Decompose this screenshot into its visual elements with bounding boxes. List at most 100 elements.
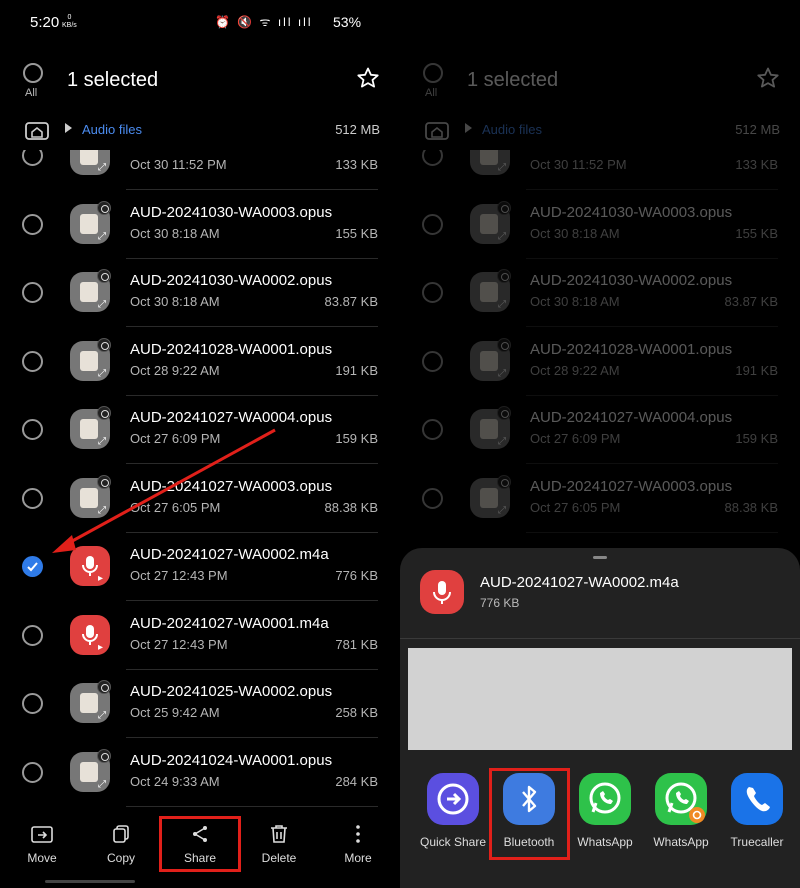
status-bar: 5:20 0 KB/s ⏰ 🔇 ᯤ ıll ıll 53%: [0, 0, 400, 44]
file-row[interactable]: ⤢ AUD-20241025-WA0002.opus Oct 25 9:42 AM 2…: [0, 670, 400, 738]
file-checkbox[interactable]: [422, 282, 443, 303]
file-checkbox[interactable]: [22, 350, 43, 372]
file-date: Oct 28 9:22 AM: [130, 362, 220, 378]
audio-file-icon: ⤢: [470, 406, 511, 449]
file-checkbox[interactable]: [22, 282, 43, 303]
file-date: Oct 30 8:18 AM: [530, 294, 620, 309]
file-checkbox[interactable]: [422, 150, 443, 166]
file-row[interactable]: ▸ AUD-20241027-WA0001.m4a Oct 27 12:43 PM 7…: [0, 602, 400, 670]
home-icon[interactable]: [25, 120, 49, 140]
status-icons: ⏰ 🔇 ᯤ ıll ıll: [215, 15, 313, 29]
bluetooth-highlight-box: [489, 768, 570, 860]
audio-file-icon: ⤢: [70, 150, 110, 175]
file-size: 284 KB: [335, 773, 378, 789]
share-preview-area: [408, 648, 792, 750]
share-app-quick-share[interactable]: Quick Share: [415, 773, 491, 849]
file-checkbox[interactable]: [22, 213, 43, 235]
file-checkbox[interactable]: [422, 487, 443, 509]
sheet-grab-handle[interactable]: [593, 556, 607, 559]
select-all-label: All: [25, 87, 38, 99]
move-button[interactable]: Move: [2, 823, 82, 865]
file-row[interactable]: ⤢ AUD-20241030-WA0002.opus Oct 30 8:18 AM 8…: [0, 259, 400, 327]
file-row[interactable]: ⤢ Oct 30 11:52 PM 133 KB: [0, 150, 400, 190]
copy-button[interactable]: Copy: [81, 823, 161, 865]
file-size: 133 KB: [335, 157, 378, 172]
file-checkbox[interactable]: [22, 693, 43, 714]
file-row[interactable]: ⤢ AUD-20241030-WA0003.opus Oct 30 8:18 AM 1…: [400, 191, 800, 259]
file-row[interactable]: ⤢ AUD-20241030-WA0002.opus Oct 30 8:18 AM 8…: [400, 259, 800, 327]
file-name: AUD-20241030-WA0002.opus: [130, 272, 333, 289]
file-row[interactable]: ⤢ AUD-20241024-WA0001.opus Oct 24 9:33 AM 2…: [0, 739, 400, 807]
share-app-truecaller[interactable]: Truecaller: [719, 773, 795, 849]
file-date: Oct 27 6:09 PM: [530, 431, 621, 446]
file-row[interactable]: ▸ AUD-20241027-WA0002.m4a Oct 27 12:43 PM 7…: [0, 533, 400, 601]
file-checkbox[interactable]: [22, 624, 43, 646]
audio-file-icon: ⤢: [470, 150, 510, 175]
star-icon[interactable]: [356, 66, 380, 90]
select-all-checkbox[interactable]: [23, 63, 43, 83]
file-size: 258 KB: [335, 705, 378, 720]
file-date: Oct 27 12:43 PM: [130, 636, 228, 652]
file-date: Oct 27 12:43 PM: [130, 568, 228, 583]
file-row[interactable]: ⤢ AUD-20241027-WA0004.opus Oct 27 6:09 PM 1…: [0, 396, 400, 464]
file-row[interactable]: ⤢ AUD-20241028-WA0001.opus Oct 28 9:22 AM 1…: [0, 328, 400, 396]
file-row[interactable]: ⤢ AUD-20241028-WA0001.opus Oct 28 9:22 AM 1…: [400, 328, 800, 396]
audio-file-icon: ⤢: [70, 406, 111, 449]
truecaller-icon: [731, 773, 783, 825]
share-sheet: AUD-20241027-WA0002.m4a 776 KB Quick Sha…: [400, 548, 800, 888]
file-date: Oct 25 9:42 AM: [130, 705, 220, 720]
file-name: AUD-20241030-WA0003.opus: [530, 203, 733, 221]
breadcrumb-audio-files[interactable]: Audio files: [82, 122, 142, 137]
file-checkbox[interactable]: [22, 487, 43, 509]
file-checkbox[interactable]: [422, 350, 443, 372]
move-icon: [31, 826, 53, 843]
file-name: AUD-20241027-WA0003.opus: [130, 477, 333, 495]
file-row[interactable]: ⤢ AUD-20241030-WA0003.opus Oct 30 8:18 AM 1…: [0, 191, 400, 259]
share-app-whatsapp[interactable]: WhatsApp: [567, 773, 643, 849]
trash-icon: [271, 825, 287, 843]
file-checkbox[interactable]: [22, 761, 43, 783]
status-time: 5:20: [30, 14, 60, 31]
more-button[interactable]: More: [318, 823, 398, 865]
breadcrumb-audio-files-dim: Audio files: [482, 122, 542, 137]
voice-recorder-icon: [420, 570, 464, 614]
network-speed: 0 KB/s: [62, 14, 77, 29]
copy-icon: [113, 825, 129, 843]
share-app-whatsapp-dual[interactable]: WhatsApp: [643, 773, 719, 849]
voice-recorder-icon: ▸: [70, 614, 110, 655]
file-size: 88.38 KB: [724, 499, 779, 515]
shared-file-size: 776 KB: [480, 596, 520, 610]
file-date: Oct 30 8:18 AM: [130, 294, 220, 309]
audio-file-icon: ⤢: [70, 474, 111, 518]
sheet-divider: [400, 638, 800, 639]
file-checkbox[interactable]: [422, 213, 443, 235]
file-date: Oct 30 11:52 PM: [530, 157, 627, 172]
file-checkbox[interactable]: [422, 419, 443, 440]
file-size: 83.87 KB: [324, 294, 379, 309]
file-size: 88.38 KB: [324, 499, 379, 515]
audio-file-icon: ⤢: [70, 200, 111, 244]
file-checkbox[interactable]: [22, 419, 43, 440]
file-row[interactable]: ⤢ Oct 30 11:52 PM 133 KB: [400, 150, 800, 190]
file-name: AUD-20241030-WA0002.opus: [530, 272, 733, 289]
file-size: 776 KB: [335, 568, 378, 583]
file-checkbox-checked[interactable]: [22, 556, 43, 577]
star-icon: [757, 67, 779, 88]
delete-button[interactable]: Delete: [239, 823, 319, 865]
file-size: 155 KB: [735, 225, 778, 241]
row-divider: [126, 805, 378, 807]
file-checkbox[interactable]: [22, 150, 43, 166]
audio-file-icon: ⤢: [470, 337, 511, 381]
breadcrumb: Audio files 512 MB: [0, 118, 400, 142]
file-name: AUD-20241028-WA0001.opus: [530, 340, 733, 358]
select-all-label-dim: All: [425, 87, 438, 99]
file-row[interactable]: ⤢ AUD-20241027-WA0003.opus Oct 27 6:05 PM 8…: [0, 465, 400, 533]
navigation-handle: [45, 880, 135, 883]
file-name: AUD-20241027-WA0003.opus: [530, 477, 733, 495]
move-label: Move: [27, 851, 57, 865]
file-row[interactable]: ⤢ AUD-20241027-WA0003.opus Oct 27 6:05 PM 8…: [400, 465, 800, 533]
folder-size: 512 MB: [335, 122, 380, 137]
file-size: 781 KB: [335, 636, 378, 652]
file-row[interactable]: ⤢ AUD-20241027-WA0004.opus Oct 27 6:09 PM 1…: [400, 396, 800, 464]
whatsapp-dual-label: WhatsApp: [653, 835, 709, 849]
